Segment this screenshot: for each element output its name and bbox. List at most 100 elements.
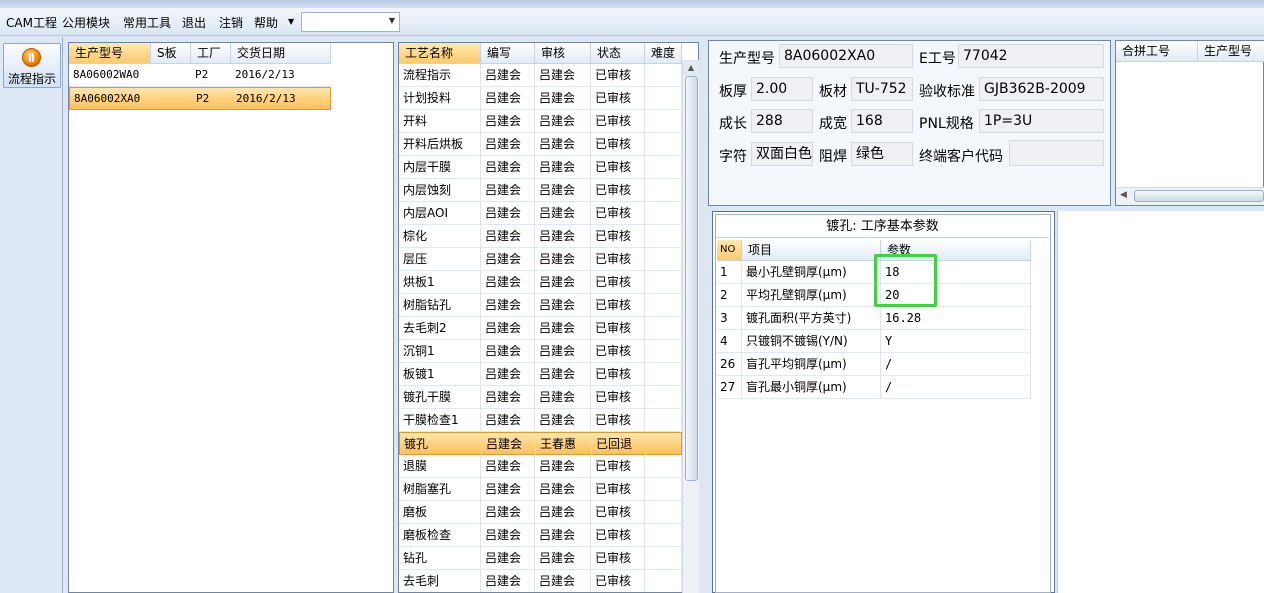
- menu-overflow-arrow-icon[interactable]: ▼: [288, 17, 294, 26]
- material-label: 板材: [819, 84, 847, 100]
- length-label: 成长: [719, 116, 747, 132]
- process-row[interactable]: 去毛刺2 吕建会 吕建会 已审核: [399, 317, 682, 340]
- reviewer-cell: 吕建会: [535, 455, 591, 477]
- scroll-left-icon[interactable]: ◀: [1120, 190, 1127, 200]
- customer-code-field[interactable]: [1009, 140, 1104, 166]
- col-status[interactable]: 状态: [591, 43, 645, 63]
- process-row[interactable]: 镀孔 吕建会 王春惠 已回退: [399, 432, 683, 455]
- process-row[interactable]: 开料 吕建会 吕建会 已审核: [399, 110, 682, 133]
- process-scrollbar[interactable]: ▲: [682, 60, 699, 593]
- status-cell: 已审核: [591, 133, 645, 155]
- process-row[interactable]: 镀孔干膜 吕建会 吕建会 已审核: [399, 386, 682, 409]
- width-field[interactable]: 168: [851, 109, 913, 133]
- process-name-cell: 层压: [399, 248, 481, 270]
- author-cell: 吕建会: [481, 64, 535, 86]
- col-no[interactable]: NO: [717, 240, 742, 260]
- process-name-cell: 流程指示: [399, 64, 481, 86]
- author-cell: 吕建会: [481, 87, 535, 109]
- thickness-field[interactable]: 2.00: [751, 77, 813, 101]
- col-merge-number[interactable]: 合拼工号: [1116, 41, 1198, 61]
- order-row[interactable]: 8A06002WA0 P2 2016/2/13: [69, 64, 331, 87]
- chevron-down-icon[interactable]: ▼: [389, 16, 395, 25]
- process-row[interactable]: 磨板检查 吕建会 吕建会 已审核: [399, 524, 682, 547]
- process-row[interactable]: 内层蚀刻 吕建会 吕建会 已审核: [399, 179, 682, 202]
- menu-exit[interactable]: 退出: [182, 14, 206, 31]
- difficulty-cell: [645, 570, 682, 592]
- process-row[interactable]: 层压 吕建会 吕建会 已审核: [399, 248, 682, 271]
- process-row[interactable]: 开料后烘板 吕建会 吕建会 已审核: [399, 133, 682, 156]
- difficulty-cell: [645, 271, 682, 293]
- col-merge-model[interactable]: 生产型号: [1198, 41, 1264, 61]
- process-row[interactable]: 树脂塞孔 吕建会 吕建会 已审核: [399, 478, 682, 501]
- reviewer-cell: 吕建会: [535, 64, 591, 86]
- merge-h-scrollbar[interactable]: ◀: [1116, 187, 1264, 205]
- reviewer-cell: 王春惠: [536, 433, 592, 455]
- difficulty-cell: [645, 202, 682, 224]
- col-author[interactable]: 编写: [481, 43, 535, 63]
- menu-combo-box[interactable]: ▼: [301, 12, 400, 32]
- standard-field[interactable]: GJB362B-2009: [979, 77, 1104, 101]
- reviewer-cell: 吕建会: [535, 133, 591, 155]
- reviewer-cell: 吕建会: [535, 317, 591, 339]
- pnl-field[interactable]: 1P=3U: [979, 109, 1104, 133]
- left-nav-bar: [0, 37, 63, 593]
- difficulty-cell: [645, 225, 682, 247]
- order-row[interactable]: 8A06002XA0 P2 2016/2/13: [69, 87, 331, 110]
- process-name-cell: 内层蚀刻: [399, 179, 481, 201]
- col-s-board[interactable]: S板: [151, 43, 191, 63]
- menu-help[interactable]: 帮助: [254, 14, 278, 31]
- process-row[interactable]: 干膜检查1 吕建会 吕建会 已审核: [399, 409, 682, 432]
- reviewer-cell: 吕建会: [535, 110, 591, 132]
- col-delivery-date[interactable]: 交货日期: [231, 43, 331, 63]
- author-cell: 吕建会: [481, 455, 535, 477]
- param-row[interactable]: 27 盲孔最小铜厚(μm) /: [717, 376, 1031, 399]
- col-process-name[interactable]: 工艺名称: [399, 43, 481, 63]
- params-title: 镀孔: 工序基本参数: [716, 216, 1049, 238]
- param-row[interactable]: 3 镀孔面积(平方英寸) 16.28: [717, 307, 1031, 330]
- param-row[interactable]: 4 只镀铜不镀锡(Y/N) Y: [717, 330, 1031, 353]
- merge-scroll-thumb[interactable]: [1134, 190, 1264, 202]
- process-row[interactable]: 退膜 吕建会 吕建会 已审核: [399, 455, 682, 478]
- param-value-cell: /: [881, 353, 1031, 375]
- length-field[interactable]: 288: [751, 109, 813, 133]
- process-row[interactable]: 板镀1 吕建会 吕建会 已审核: [399, 363, 682, 386]
- process-row[interactable]: 内层干膜 吕建会 吕建会 已审核: [399, 156, 682, 179]
- col-model[interactable]: 生产型号: [69, 43, 151, 63]
- status-cell: 已审核: [591, 248, 645, 270]
- model-field[interactable]: 8A06002XA0: [779, 44, 913, 68]
- order-list-header: 生产型号 S板 工厂 交货日期: [69, 43, 331, 64]
- param-no-cell: 4: [717, 330, 742, 352]
- menu-cam-project[interactable]: CAM工程: [6, 14, 57, 31]
- process-row[interactable]: 树脂钻孔 吕建会 吕建会 已审核: [399, 294, 682, 317]
- process-row[interactable]: 钻孔 吕建会 吕建会 已审核: [399, 547, 682, 570]
- process-row[interactable]: 烘板1 吕建会 吕建会 已审核: [399, 271, 682, 294]
- difficulty-cell: [645, 248, 682, 270]
- process-row[interactable]: 沉铜1 吕建会 吕建会 已审核: [399, 340, 682, 363]
- menu-public-module[interactable]: 公用模块: [62, 14, 110, 31]
- difficulty-cell: [645, 363, 682, 385]
- e-number-field[interactable]: 77042: [958, 44, 1104, 68]
- process-row[interactable]: 去毛刺 吕建会 吕建会 已审核: [399, 570, 682, 592]
- date-cell: 2016/2/13: [235, 68, 295, 81]
- col-item[interactable]: 项目: [742, 240, 881, 260]
- status-cell: 已审核: [591, 225, 645, 247]
- col-difficulty[interactable]: 难度: [645, 43, 682, 63]
- material-field[interactable]: TU-752: [851, 77, 913, 101]
- process-row[interactable]: 流程指示 吕建会 吕建会 已审核: [399, 64, 682, 87]
- process-row[interactable]: 内层AOI 吕建会 吕建会 已审核: [399, 202, 682, 225]
- menu-common-tools[interactable]: 常用工具: [123, 14, 171, 31]
- process-row[interactable]: 棕化 吕建会 吕建会 已审核: [399, 225, 682, 248]
- scroll-up-icon[interactable]: ▲: [683, 60, 699, 76]
- menu-logout[interactable]: 注销: [219, 14, 243, 31]
- process-row[interactable]: 计划投料 吕建会 吕建会 已审核: [399, 87, 682, 110]
- process-row[interactable]: 磨板 吕建会 吕建会 已审核: [399, 501, 682, 524]
- solder-mask-field[interactable]: 绿色: [851, 142, 913, 166]
- character-field[interactable]: 双面白色: [751, 142, 813, 166]
- scroll-thumb[interactable]: [685, 76, 698, 481]
- s-board-cell: [152, 88, 192, 110]
- status-cell: 已审核: [591, 363, 645, 385]
- col-reviewer[interactable]: 审核: [535, 43, 591, 63]
- col-factory[interactable]: 工厂: [191, 43, 231, 63]
- param-row[interactable]: 26 盲孔平均铜厚(μm) /: [717, 353, 1031, 376]
- status-cell: 已审核: [591, 271, 645, 293]
